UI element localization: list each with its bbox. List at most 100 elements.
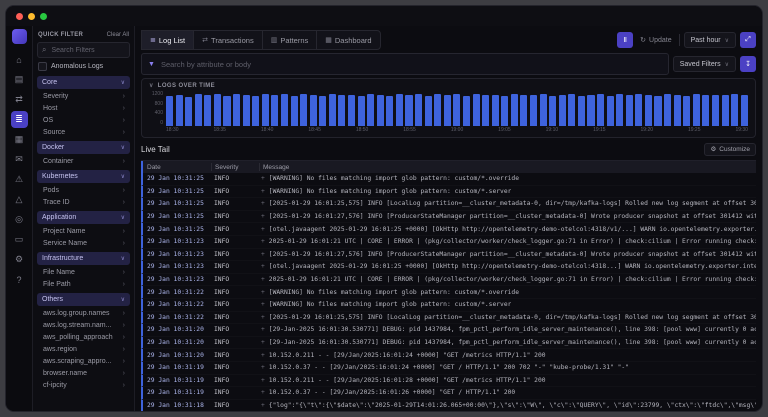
expand-icon[interactable]: + [261, 213, 265, 220]
expand-icon[interactable]: + [261, 226, 265, 233]
filter-section-header[interactable]: Application ∨ [37, 211, 130, 224]
log-row[interactable]: 29 Jan 10:31:25 INFO + [WARNING] No file… [141, 173, 756, 186]
filter-item[interactable]: cf-ipcity › [37, 379, 130, 391]
column-header-date[interactable]: Date [143, 164, 211, 171]
log-row[interactable]: 29 Jan 10:31:25 INFO + [WARNING] No file… [141, 186, 756, 199]
service-map-icon[interactable]: ◎ [11, 211, 28, 228]
filter-item[interactable]: Container › [37, 155, 130, 167]
log-row[interactable]: 29 Jan 10:31:23 INFO + 2025-01-29 16:01:… [141, 236, 756, 249]
filter-item[interactable]: Host › [37, 102, 130, 114]
time-range-select[interactable]: Past hour ∨ [684, 32, 736, 48]
filter-item[interactable]: OS › [37, 114, 130, 126]
filter-item[interactable]: aws_polling_approach › [37, 331, 130, 343]
expand-icon[interactable]: + [261, 339, 265, 346]
log-search-input[interactable] [159, 59, 662, 70]
expand-icon[interactable]: + [261, 364, 265, 371]
update-button[interactable]: ↻ Update [637, 32, 674, 48]
app-logo[interactable] [12, 29, 27, 44]
filter-item[interactable]: File Name › [37, 266, 130, 278]
expand-icon[interactable]: + [261, 301, 265, 308]
filter-item[interactable]: Trace ID › [37, 196, 130, 208]
help-icon[interactable]: ? [11, 271, 28, 288]
logs-over-time-header[interactable]: ∨ LOGS OVER TIME [149, 82, 748, 89]
filter-item[interactable]: browser.name › [37, 367, 130, 379]
save-filter-button[interactable]: ↧ [740, 56, 756, 72]
expand-icon[interactable]: + [261, 263, 265, 270]
alerts-icon[interactable]: ⚠ [11, 171, 28, 188]
dashboards-icon[interactable]: ▦ [11, 131, 28, 148]
log-row[interactable]: 29 Jan 10:31:22 INFO + [WARNING] No file… [141, 299, 756, 312]
expand-icon[interactable]: + [261, 326, 265, 333]
filter-search-box[interactable]: ⌕ [37, 42, 130, 58]
logs-icon[interactable]: ≣ [11, 111, 28, 128]
close-window-button[interactable] [16, 13, 23, 20]
log-row[interactable]: 29 Jan 10:31:25 INFO + [otel.javaagent 2… [141, 223, 756, 236]
clear-all-button[interactable]: Clear All [107, 32, 129, 38]
expand-icon[interactable]: + [261, 402, 265, 409]
log-row[interactable]: 29 Jan 10:31:20 INFO + [29-Jan-2025 16:0… [141, 324, 756, 337]
share-button[interactable]: ⤢ [740, 32, 756, 48]
filter-item[interactable]: aws.log.group.names › [37, 307, 130, 319]
log-row[interactable]: 29 Jan 10:31:18 INFO + {"log":"{\"t\":{\… [141, 400, 756, 411]
services-icon[interactable]: ▤ [11, 71, 28, 88]
expand-icon[interactable]: + [261, 188, 265, 195]
log-row[interactable]: 29 Jan 10:31:19 INFO + 10.152.0.37 - - [… [141, 362, 756, 375]
anomalous-logs-checkbox[interactable]: Anomalous Logs [38, 62, 129, 71]
minimize-window-button[interactable] [28, 13, 35, 20]
filter-item[interactable]: Service Name › [37, 237, 130, 249]
filter-item[interactable]: Severity › [37, 90, 130, 102]
filter-item[interactable]: aws.region › [37, 343, 130, 355]
expand-icon[interactable]: + [261, 251, 265, 258]
exceptions-icon[interactable]: △ [11, 191, 28, 208]
log-row[interactable]: 29 Jan 10:31:25 INFO + [2025-01-29 16:01… [141, 198, 756, 211]
filter-item[interactable]: aws.scraping_appro... › [37, 355, 130, 367]
saved-filters-select[interactable]: Saved Filters ∨ [673, 56, 736, 72]
expand-icon[interactable]: + [261, 389, 265, 396]
customize-button[interactable]: ⚙ Customize [704, 143, 756, 156]
filter-section-header[interactable]: Others ∨ [37, 293, 130, 306]
zoom-window-button[interactable] [40, 13, 47, 20]
filter-section-header[interactable]: Infrastructure ∨ [37, 252, 130, 265]
expand-icon[interactable]: + [261, 200, 265, 207]
filter-section-header[interactable]: Docker ∨ [37, 141, 130, 154]
billing-icon[interactable]: ▭ [11, 231, 28, 248]
column-header-message[interactable]: Message [259, 163, 756, 171]
expand-icon[interactable]: + [261, 175, 265, 182]
log-search-box[interactable]: ▼ [141, 53, 669, 75]
filter-search-input[interactable] [49, 46, 125, 55]
expand-icon[interactable]: + [261, 289, 265, 296]
log-row[interactable]: 29 Jan 10:31:23 INFO + 2025-01-29 16:01:… [141, 274, 756, 287]
log-row[interactable]: 29 Jan 10:31:20 INFO + [29-Jan-2025 16:0… [141, 337, 756, 350]
expand-icon[interactable]: + [261, 352, 265, 359]
filter-item[interactable]: aws.log.stream.nam... › [37, 319, 130, 331]
expand-icon[interactable]: + [261, 314, 265, 321]
log-row[interactable]: 29 Jan 10:31:19 INFO + 10.152.0.211 - - … [141, 375, 756, 388]
expand-icon[interactable]: + [261, 276, 265, 283]
log-row[interactable]: 29 Jan 10:31:23 INFO + [2025-01-29 16:01… [141, 249, 756, 262]
traces-icon[interactable]: ⇄ [11, 91, 28, 108]
view-tab[interactable]: ≣ Log List [141, 30, 193, 50]
filter-item[interactable]: File Path › [37, 278, 130, 290]
log-row[interactable]: 29 Jan 10:31:23 INFO + [otel.javaagent 2… [141, 261, 756, 274]
view-tab[interactable]: ⇄ Transactions [193, 30, 262, 50]
log-row[interactable]: 29 Jan 10:31:22 INFO + [2025-01-29 16:01… [141, 312, 756, 325]
messaging-icon[interactable]: ✉ [11, 151, 28, 168]
log-row[interactable]: 29 Jan 10:31:19 INFO + 10.152.0.37 - - [… [141, 387, 756, 400]
settings-icon[interactable]: ⚙ [11, 251, 28, 268]
log-row[interactable]: 29 Jan 10:31:20 INFO + 10.152.0.211 - - … [141, 349, 756, 362]
filter-item[interactable]: Project Name › [37, 225, 130, 237]
filter-item[interactable]: Pods › [37, 184, 130, 196]
filter-item[interactable]: Source › [37, 126, 130, 138]
log-row[interactable]: 29 Jan 10:31:22 INFO + [WARNING] No file… [141, 286, 756, 299]
checkbox-icon[interactable] [38, 62, 47, 71]
filter-section-header[interactable]: Core ∨ [37, 76, 130, 89]
expand-icon[interactable]: + [261, 377, 265, 384]
column-header-severity[interactable]: Severity [211, 163, 259, 171]
expand-icon[interactable]: + [261, 238, 265, 245]
home-icon[interactable]: ⌂ [11, 51, 28, 68]
pause-live-button[interactable]: Ⅱ [617, 32, 633, 48]
view-tab[interactable]: ▦ Dashboard [316, 30, 380, 50]
filter-section-header[interactable]: Kubernetes ∨ [37, 170, 130, 183]
view-tab[interactable]: ▥ Patterns [262, 30, 317, 50]
log-row[interactable]: 29 Jan 10:31:25 INFO + [2025-01-29 16:01… [141, 211, 756, 224]
